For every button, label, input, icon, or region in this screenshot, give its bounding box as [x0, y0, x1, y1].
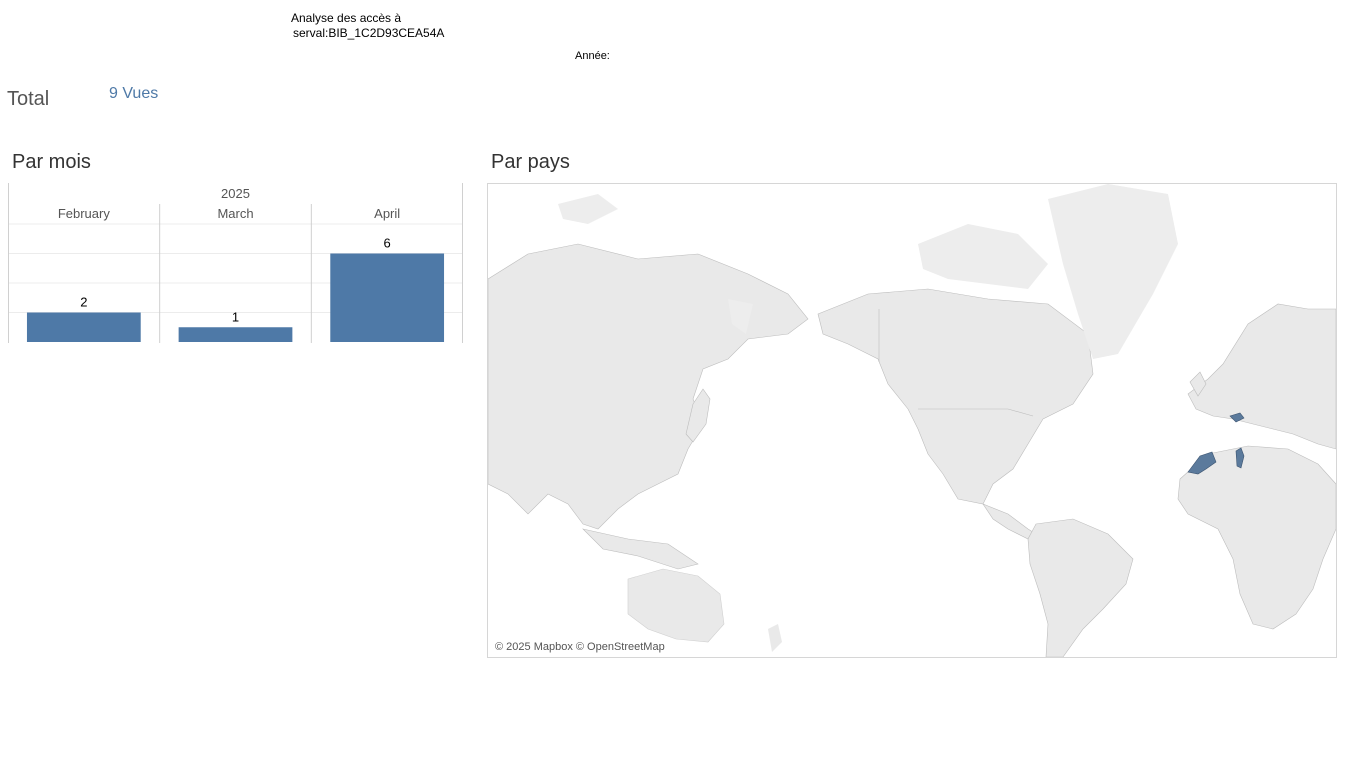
map-land-se-asia-islands — [582, 528, 699, 570]
chart-category-label: March — [217, 206, 253, 221]
chart-bar[interactable] — [26, 312, 141, 343]
chart-bar[interactable] — [330, 253, 445, 343]
map-attribution[interactable]: © 2025 Mapbox © OpenStreetMap — [495, 641, 665, 653]
chart-year-label: 2025 — [221, 186, 250, 201]
dashboard-title: Analyse des accès à serval:BIB_1C2D93CEA… — [291, 11, 444, 41]
country-map[interactable]: © 2025 Mapbox © OpenStreetMap — [487, 183, 1337, 658]
bar-chart-svg: 2025 February 2 March 1 April 6 — [8, 183, 463, 343]
monthly-bar-chart[interactable]: 2025 February 2 March 1 April 6 — [8, 183, 463, 343]
section-title-par-mois: Par mois — [12, 151, 91, 173]
total-views-value: 9 Vues — [109, 85, 159, 102]
year-filter-label[interactable]: Année: — [575, 50, 610, 62]
chart-category-label: April — [374, 206, 400, 221]
map-land-central-america — [982, 503, 1037, 540]
chart-bar[interactable] — [178, 327, 293, 342]
map-land-africa — [1177, 445, 1336, 630]
map-land-australia — [627, 568, 725, 643]
map-land-asia — [488, 243, 809, 530]
section-title-par-pays: Par pays — [491, 151, 570, 173]
dashboard-title-line1: Analyse des accès à — [291, 11, 402, 25]
total-label: Total — [7, 88, 50, 110]
world-map-svg — [488, 184, 1336, 657]
map-land-north-america — [817, 288, 1094, 505]
chart-data-label: 6 — [384, 236, 391, 251]
map-land-europe — [1187, 303, 1336, 450]
chart-data-label: 2 — [80, 295, 87, 310]
dashboard-title-line2: serval:BIB_1C2D93CEA54A — [293, 26, 445, 40]
chart-data-label: 1 — [232, 309, 239, 324]
map-land-canadian-arctic — [918, 224, 1048, 289]
chart-category-label: February — [58, 206, 111, 221]
map-land-new-zealand — [768, 624, 782, 652]
map-land-south-america — [1027, 518, 1134, 657]
